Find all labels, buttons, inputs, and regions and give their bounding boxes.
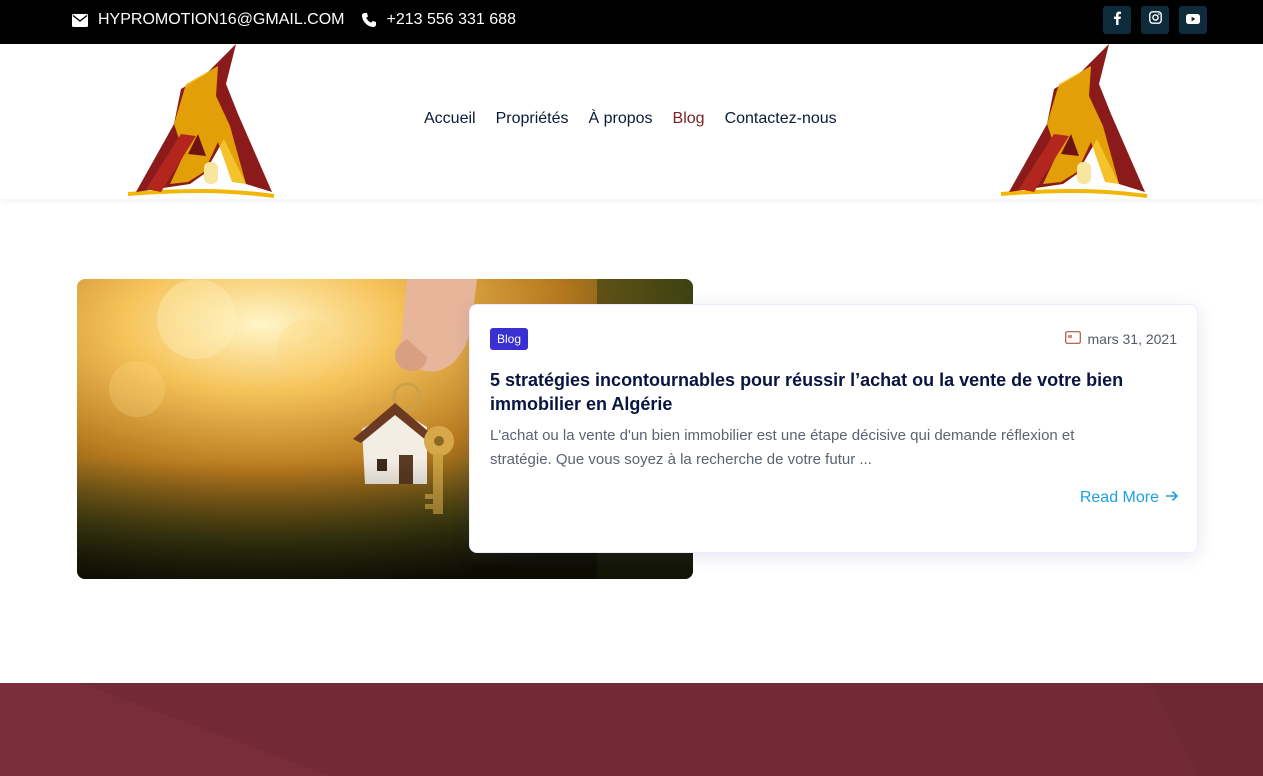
main-navigation: Accueil Propriétés À propos Blog Contact… (424, 110, 837, 128)
instagram-icon (1148, 11, 1162, 29)
brand-logo-secondary[interactable] (999, 44, 1149, 199)
footer-banner (0, 683, 1263, 776)
nav-item-proprietes[interactable]: Propriétés (496, 110, 569, 128)
social-links (1103, 6, 1207, 34)
nav-item-contact[interactable]: Contactez-nous (725, 110, 837, 128)
calendar-icon (1064, 331, 1081, 347)
contact-info: HYPROMOTION16@GMAIL.COM +213 556 331 688 (72, 0, 522, 40)
blog-post-card: Blog mars 31, 2021 5 stratégies incontou… (469, 304, 1198, 553)
envelope-icon (72, 13, 88, 27)
instagram-button[interactable] (1141, 6, 1169, 34)
nav-item-blog[interactable]: Blog (673, 110, 705, 128)
nav-item-accueil[interactable]: Accueil (424, 110, 476, 128)
phone-icon (361, 12, 377, 28)
facebook-button[interactable] (1103, 6, 1131, 34)
phone-text: +213 556 331 688 (386, 11, 516, 28)
read-more-label: Read More (1079, 489, 1159, 506)
post-date: mars 31, 2021 (1064, 331, 1178, 347)
email-contact[interactable]: HYPROMOTION16@GMAIL.COM (72, 11, 345, 29)
read-more-link[interactable]: Read More (1080, 489, 1179, 507)
facebook-icon (1111, 11, 1123, 30)
post-excerpt: L'achat ou la vente d'un bien immobilier… (490, 427, 1075, 468)
category-badge[interactable]: Blog (490, 328, 529, 350)
top-bar: HYPROMOTION16@GMAIL.COM +213 556 331 688 (0, 0, 1263, 44)
arrow-right-icon (1165, 489, 1179, 507)
youtube-button[interactable] (1179, 6, 1207, 34)
brand-logo[interactable] (126, 44, 276, 199)
nav-item-a-propos[interactable]: À propos (589, 110, 653, 128)
site-header: Accueil Propriétés À propos Blog Contact… (0, 44, 1263, 199)
post-date-text: mars 31, 2021 (1087, 331, 1178, 347)
phone-contact[interactable]: +213 556 331 688 (361, 11, 516, 29)
email-text: HYPROMOTION16@GMAIL.COM (98, 11, 345, 28)
youtube-icon (1186, 11, 1200, 29)
post-title[interactable]: 5 stratégies incontournables pour réussi… (490, 368, 1170, 416)
